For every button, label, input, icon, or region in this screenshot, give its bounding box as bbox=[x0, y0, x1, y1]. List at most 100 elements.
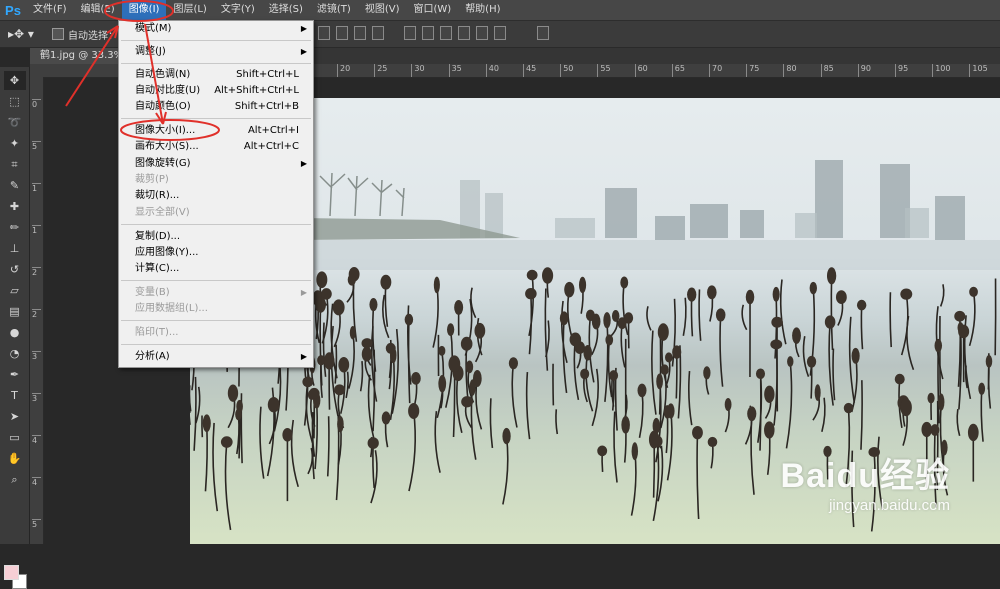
hand-tool-icon[interactable]: ✋ bbox=[4, 449, 26, 468]
menu-item-image-size[interactable]: 图像大小(I)...Alt+Ctrl+I bbox=[119, 123, 313, 139]
path-selection-tool-icon[interactable]: ➤ bbox=[4, 407, 26, 426]
menu-item-canvas-size[interactable]: 画布大小(S)...Alt+Ctrl+C bbox=[119, 139, 313, 155]
distribute-left-icon[interactable] bbox=[458, 26, 470, 40]
lotus-pod bbox=[438, 346, 445, 356]
reed-stem bbox=[226, 442, 231, 530]
ruler-tick-label: 95 bbox=[895, 64, 908, 77]
menu-view[interactable]: 视图(V) bbox=[358, 0, 407, 20]
magic-wand-tool-icon[interactable]: ✦ bbox=[4, 134, 26, 153]
distribute-hcenter-icon[interactable] bbox=[476, 26, 488, 40]
menu-layer[interactable]: 图层(L) bbox=[166, 0, 213, 20]
blur-tool-icon[interactable]: ● bbox=[4, 323, 26, 342]
auto-align-layers-icon[interactable] bbox=[537, 26, 549, 40]
ruler-tick-label: 90 bbox=[858, 64, 871, 77]
lotus-pod bbox=[380, 275, 391, 290]
crop-tool-icon[interactable]: ⌗ bbox=[4, 155, 26, 174]
menu-separator bbox=[121, 118, 311, 119]
ruler-tick-label: 80 bbox=[783, 64, 796, 77]
menu-edit[interactable]: 编辑(E) bbox=[74, 0, 122, 20]
menu-window[interactable]: 窗口(W) bbox=[406, 0, 458, 20]
reed-stem bbox=[786, 362, 791, 449]
lotus-pod bbox=[317, 355, 325, 365]
tools-panel: ✥ ⬚ ➰ ✦ ⌗ ✎ ✚ ✏ ⊥ ↺ ▱ ▤ ● ◔ ✒ T ➤ ▭ ✋ ⌕ bbox=[0, 67, 30, 544]
reed-stem bbox=[676, 352, 677, 398]
reed-stem bbox=[545, 289, 547, 371]
menu-type[interactable]: 文字(Y) bbox=[214, 0, 262, 20]
lotus-pod bbox=[309, 388, 320, 399]
menu-item-auto-tone[interactable]: 自动色调(N)Shift+Ctrl+L bbox=[119, 67, 313, 83]
menu-separator bbox=[121, 320, 311, 321]
lotus-pod bbox=[764, 421, 775, 438]
lotus-pod bbox=[592, 314, 601, 330]
reed-stem bbox=[970, 292, 975, 346]
distribute-top-icon[interactable] bbox=[404, 26, 416, 40]
menu-help[interactable]: 帮助(H) bbox=[458, 0, 507, 20]
lasso-tool-icon[interactable]: ➰ bbox=[4, 113, 26, 132]
lotus-pod bbox=[461, 396, 473, 407]
move-tool-preset-icon[interactable]: ▸✥ ▾ bbox=[8, 24, 44, 44]
menu-item-adjustments[interactable]: 调整(J)▶ bbox=[119, 44, 313, 60]
eraser-tool-icon[interactable]: ▱ bbox=[4, 281, 26, 300]
lotus-pod bbox=[609, 370, 618, 381]
menu-item-apply-image[interactable]: 应用图像(Y)... bbox=[119, 245, 313, 261]
align-vcenter-icon[interactable] bbox=[336, 26, 348, 40]
clone-stamp-tool-icon[interactable]: ⊥ bbox=[4, 239, 26, 258]
pen-tool-icon[interactable]: ✒ bbox=[4, 365, 26, 384]
menu-item-mode[interactable]: 模式(M)▶ bbox=[119, 21, 313, 37]
zoom-tool-icon[interactable]: ⌕ bbox=[4, 470, 26, 489]
lotus-pod bbox=[302, 377, 313, 387]
reed-stem bbox=[409, 320, 410, 403]
reed-stem bbox=[349, 333, 354, 389]
lotus-pod bbox=[958, 322, 964, 333]
align-left-icon[interactable] bbox=[372, 26, 384, 40]
lotus-pod bbox=[579, 277, 586, 293]
menu-item-trim[interactable]: 裁切(R)... bbox=[119, 188, 313, 204]
lotus-pod bbox=[672, 345, 681, 358]
shape-tool-icon[interactable]: ▭ bbox=[4, 428, 26, 447]
lotus-pod bbox=[408, 403, 419, 419]
reed-stem bbox=[512, 363, 517, 427]
reed-stem bbox=[471, 388, 475, 460]
foreground-color-swatch[interactable] bbox=[4, 565, 19, 580]
image-menu-dropdown: 模式(M)▶ 调整(J)▶ 自动色调(N)Shift+Ctrl+L 自动对比度(… bbox=[118, 20, 314, 368]
reed-stem bbox=[328, 416, 329, 476]
reed-stem bbox=[751, 414, 754, 495]
distribute-vcenter-icon[interactable] bbox=[422, 26, 434, 40]
auto-select-checkbox[interactable] bbox=[52, 28, 64, 40]
gradient-tool-icon[interactable]: ▤ bbox=[4, 302, 26, 321]
lotus-pod bbox=[716, 308, 726, 321]
history-brush-tool-icon[interactable]: ↺ bbox=[4, 260, 26, 279]
menu-item-image-rotation[interactable]: 图像旋转(G)▶ bbox=[119, 156, 313, 172]
align-top-icon[interactable] bbox=[318, 26, 330, 40]
menu-item-auto-color[interactable]: 自动颜色(O)Shift+Ctrl+B bbox=[119, 99, 313, 115]
lotus-pod bbox=[411, 372, 421, 385]
reed-stem bbox=[831, 276, 832, 350]
menu-file[interactable]: 文件(F) bbox=[26, 0, 74, 20]
menu-separator bbox=[121, 280, 311, 281]
dodge-tool-icon[interactable]: ◔ bbox=[4, 344, 26, 363]
menu-filter[interactable]: 滤镜(T) bbox=[310, 0, 358, 20]
distribute-right-icon[interactable] bbox=[494, 26, 506, 40]
type-tool-icon[interactable]: T bbox=[4, 386, 26, 405]
menu-item-calculations[interactable]: 计算(C)... bbox=[119, 261, 313, 277]
move-tool-icon[interactable]: ✥ bbox=[4, 71, 26, 90]
menu-separator bbox=[121, 40, 311, 41]
menu-select[interactable]: 选择(S) bbox=[262, 0, 310, 20]
menu-item-auto-contrast[interactable]: 自动对比度(U)Alt+Shift+Ctrl+L bbox=[119, 83, 313, 99]
lotus-pod bbox=[324, 352, 334, 369]
reed-stem bbox=[989, 361, 991, 408]
menu-item-analysis[interactable]: 分析(A)▶ bbox=[119, 349, 313, 365]
align-bottom-icon[interactable] bbox=[354, 26, 366, 40]
eyedropper-tool-icon[interactable]: ✎ bbox=[4, 176, 26, 195]
marquee-tool-icon[interactable]: ⬚ bbox=[4, 92, 26, 111]
lotus-pod bbox=[474, 323, 485, 339]
reed-stem bbox=[315, 400, 317, 469]
lotus-pod bbox=[542, 267, 553, 283]
distribute-bottom-icon[interactable] bbox=[440, 26, 452, 40]
menu-item-duplicate[interactable]: 复制(D)... bbox=[119, 229, 313, 245]
healing-brush-tool-icon[interactable]: ✚ bbox=[4, 197, 26, 216]
brush-tool-icon[interactable]: ✏ bbox=[4, 218, 26, 237]
ruler-tick-label: 60 bbox=[635, 64, 648, 77]
watermark-url: jingyan.baidu.com bbox=[781, 497, 950, 514]
menu-image[interactable]: 图像(I) bbox=[122, 0, 167, 20]
